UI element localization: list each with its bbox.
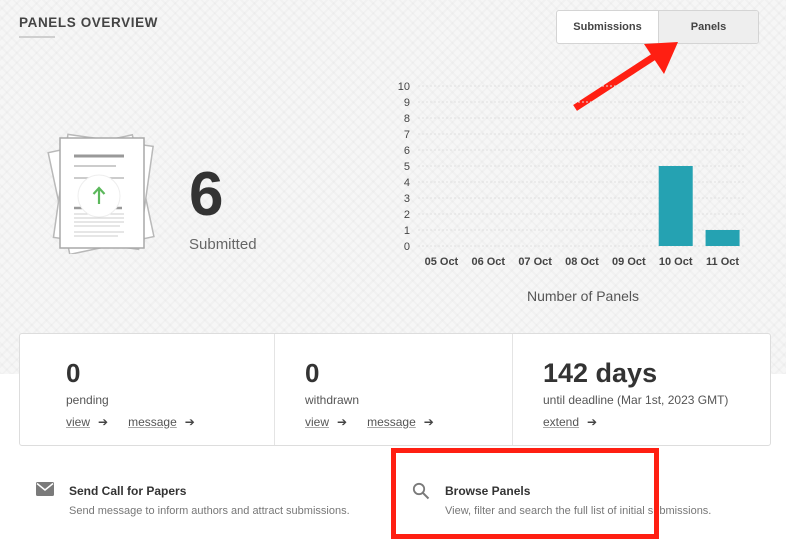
deadline-days: 142 days [543, 358, 658, 388]
chart-y-tick-label: 3 [404, 193, 410, 205]
arrow-right-icon: ➔ [98, 415, 109, 429]
withdrawn-count: 0 [305, 358, 320, 388]
pending-label: pending [66, 393, 109, 407]
send-call-title: Send Call for Papers [69, 484, 187, 498]
envelope-icon [36, 482, 54, 496]
pending-count: 0 [66, 358, 81, 388]
deadline-links: extend ➔ [543, 415, 617, 429]
chart-y-tick-label: 4 [404, 177, 410, 189]
chart-x-tick-label: 11 Oct [706, 256, 739, 268]
withdrawn-message-link[interactable]: message [367, 415, 416, 429]
panels-bar-chart: 0 1 2 3 4 5 6 7 8 9 10 05 Oct 06 Oct 07 Oct 08 Oct 09 O… [398, 81, 746, 268]
submitted-label: Submitted [189, 236, 257, 253]
chart-y-tick-label: 7 [404, 129, 410, 141]
deadline-label: until deadline (Mar 1st, 2023 GMT) [543, 393, 729, 407]
chart-bar [705, 230, 740, 246]
chart-y-tick-label: 1 [404, 225, 410, 237]
chart-x-tick-label: 06 Oct [471, 256, 505, 268]
chart-x-tick-label: 10 Oct [659, 256, 693, 268]
arrow-right-icon: ➔ [587, 415, 598, 429]
title-underline [19, 36, 55, 38]
arrow-right-icon: ➔ [337, 415, 348, 429]
chart-bar [658, 166, 693, 246]
chart-y-tick-label: 8 [404, 113, 410, 125]
withdrawn-view-link[interactable]: view [305, 415, 329, 429]
chart-x-tick-label: 08 Oct [565, 256, 599, 268]
arrow-right-icon: ➔ [423, 415, 434, 429]
page-title: PANELS OVERVIEW [19, 15, 159, 30]
chart-y-tick-label: 2 [404, 209, 410, 221]
stat-withdrawn: 0 withdrawn view ➔ message ➔ [274, 334, 512, 445]
chart-x-tick-label: 05 Oct [425, 256, 459, 268]
arrow-right-icon: ➔ [184, 415, 195, 429]
stats-panel: 0 pending view ➔ message ➔ 0 withdrawn v… [19, 333, 771, 446]
chart-y-tick-label: 9 [404, 97, 410, 109]
stat-pending: 0 pending view ➔ message ➔ [20, 334, 274, 445]
extend-deadline-link[interactable]: extend [543, 415, 579, 429]
stat-deadline: 142 days until deadline (Mar 1st, 2023 G… [512, 334, 770, 445]
chart-y-tick-label: 6 [404, 145, 410, 157]
chart-x-axis-label: Number of Panels [526, 288, 640, 304]
chart-y-tick-label: 0 [404, 241, 410, 253]
chart-x-tick-label: 09 Oct [612, 256, 646, 268]
pending-view-link[interactable]: view [66, 415, 90, 429]
withdrawn-links: view ➔ message ➔ [305, 415, 454, 429]
chart-y-tick-label: 5 [404, 161, 410, 173]
chart-x-tick-label: 07 Oct [518, 256, 552, 268]
pending-links: view ➔ message ➔ [66, 415, 215, 429]
send-call-description: Send message to inform authors and attra… [69, 505, 350, 517]
annotation-highlight-box [391, 448, 659, 539]
withdrawn-label: withdrawn [305, 393, 360, 407]
document-upload-icon [47, 133, 155, 254]
pending-message-link[interactable]: message [128, 415, 177, 429]
chart-y-tick-label: 10 [398, 81, 410, 93]
submitted-count: 6 [189, 160, 224, 229]
